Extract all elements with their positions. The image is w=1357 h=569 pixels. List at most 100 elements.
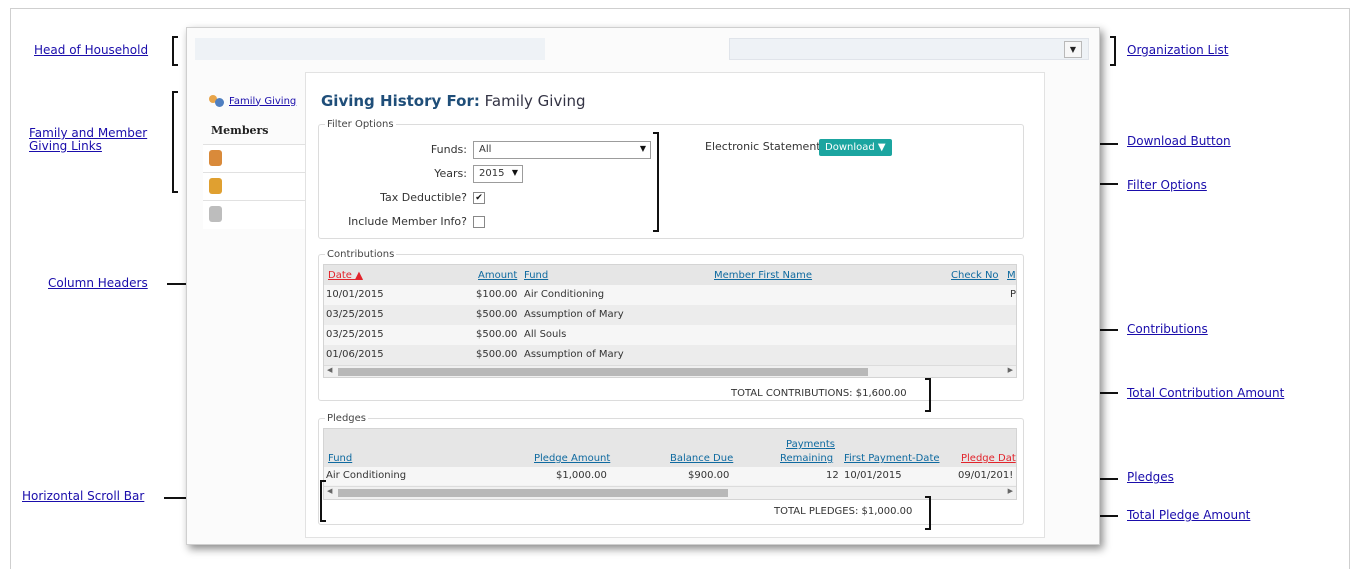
members-title: Members bbox=[211, 124, 269, 137]
column-header-date[interactable]: Date ▲ bbox=[328, 270, 363, 281]
total-pledges: TOTAL PLEDGES: $1,000.00 bbox=[774, 506, 913, 517]
total-contributions: TOTAL CONTRIBUTIONS: $1,600.00 bbox=[731, 388, 907, 399]
funds-select[interactable]: All ▼ bbox=[473, 141, 651, 159]
scrollbar-thumb[interactable] bbox=[338, 368, 868, 376]
table-row[interactable]: 03/25/2015 $500.00 Assumption of Mary bbox=[324, 305, 1016, 325]
member-link[interactable] bbox=[203, 200, 307, 229]
bracket-total-contributions bbox=[925, 378, 931, 412]
column-header-payments[interactable]: Payments bbox=[786, 439, 835, 450]
family-giving-label[interactable]: Family Giving bbox=[229, 96, 296, 107]
annotation-head-of-household[interactable]: Head of Household bbox=[34, 44, 148, 57]
cell-date: 03/25/2015 bbox=[326, 329, 384, 340]
cell-pledge-date: 09/01/201! bbox=[958, 470, 1014, 481]
bracket-family-member-links bbox=[172, 91, 178, 193]
pledges-section: Pledges Fund Pledge Amount Balance Due P… bbox=[318, 413, 1024, 530]
annotation-total-pledge-amount[interactable]: Total Pledge Amount bbox=[1127, 509, 1250, 522]
annotation-column-headers[interactable]: Column Headers bbox=[48, 277, 148, 290]
member-info-checkbox[interactable] bbox=[473, 216, 485, 228]
scroll-right-icon[interactable]: ▶ bbox=[1008, 366, 1013, 374]
funds-label: Funds: bbox=[430, 143, 467, 156]
family-member-links: Family Giving Members bbox=[203, 88, 307, 230]
contributions-legend: Contributions bbox=[327, 249, 395, 260]
column-header-first-payment[interactable]: First Payment-Date bbox=[844, 453, 940, 464]
filter-options: Filter Options Funds: All ▼ Years: 2015 … bbox=[318, 119, 1024, 239]
chevron-down-icon[interactable]: ▼ bbox=[1064, 41, 1082, 58]
table-row[interactable]: Air Conditioning $1,000.00 $900.00 12 10… bbox=[324, 467, 1016, 485]
scroll-left-icon[interactable]: ◀ bbox=[327, 366, 332, 374]
contributions-section: Contributions Date ▲ Amount Fund Member … bbox=[318, 249, 1024, 412]
cell-fund: Assumption of Mary bbox=[524, 309, 624, 320]
annotation-download-button[interactable]: Download Button bbox=[1127, 135, 1231, 148]
bracket-horizontal-scroll bbox=[320, 480, 326, 522]
title-prefix: Giving History For: bbox=[321, 92, 480, 110]
cell-first-payment: 10/01/2015 bbox=[844, 470, 902, 481]
pledges-scrollbar[interactable]: ◀ ▶ bbox=[324, 486, 1016, 499]
cell-amount: $500.00 bbox=[476, 349, 518, 360]
cell-fund: Air Conditioning bbox=[326, 470, 407, 481]
cell-extra: Pl bbox=[1010, 289, 1017, 300]
cell-fund: Assumption of Mary bbox=[524, 349, 624, 360]
table-row[interactable]: 01/06/2015 $500.00 Assumption of Mary bbox=[324, 345, 1016, 365]
member-link[interactable] bbox=[203, 144, 307, 173]
member-link[interactable] bbox=[203, 172, 307, 201]
page-title: Giving History For: Family Giving bbox=[321, 92, 586, 110]
organization-select[interactable]: ▼ bbox=[729, 38, 1089, 60]
bracket-organization-list bbox=[1110, 36, 1116, 66]
annotation-horizontal-scroll-bar[interactable]: Horizontal Scroll Bar bbox=[22, 490, 144, 503]
table-row[interactable]: 10/01/2015 $100.00 Air Conditioning Pl bbox=[324, 285, 1016, 305]
scroll-right-icon[interactable]: ▶ bbox=[1008, 487, 1013, 495]
column-header-pledge-date[interactable]: Pledge Dat bbox=[961, 453, 1016, 464]
person-icon bbox=[209, 150, 222, 166]
table-row[interactable]: 03/25/2015 $500.00 All Souls bbox=[324, 325, 1016, 345]
annotation-filter-options[interactable]: Filter Options bbox=[1127, 179, 1207, 192]
annotation-pledges[interactable]: Pledges bbox=[1127, 471, 1174, 484]
cell-balance-due: $900.00 bbox=[688, 470, 730, 481]
scroll-left-icon[interactable]: ◀ bbox=[327, 487, 332, 495]
person-icon bbox=[209, 206, 222, 222]
bracket-total-pledges bbox=[925, 496, 931, 530]
annotation-organization-list[interactable]: Organization List bbox=[1127, 44, 1229, 57]
electronic-statement-label: Electronic Statement bbox=[705, 140, 821, 153]
pledges-legend: Pledges bbox=[327, 413, 367, 424]
column-header-member[interactable]: Member First Name bbox=[714, 270, 812, 281]
cell-payments-remaining: 12 bbox=[826, 470, 839, 481]
years-value: 2015 bbox=[479, 168, 505, 179]
person-icon bbox=[209, 178, 222, 194]
giving-history-panel: Giving History For: Family Giving Filter… bbox=[305, 72, 1045, 538]
column-header-amount[interactable]: Amount bbox=[478, 270, 517, 281]
member-info-label: Include Member Info? bbox=[348, 215, 467, 228]
cell-amount: $500.00 bbox=[476, 309, 518, 320]
family-giving-link[interactable]: Family Giving bbox=[209, 94, 296, 108]
head-of-household-field[interactable] bbox=[195, 38, 545, 60]
chevron-down-icon: ▼ bbox=[511, 168, 518, 177]
column-header-pledge-amount[interactable]: Pledge Amount bbox=[534, 453, 610, 464]
column-header-check[interactable]: Check No bbox=[951, 270, 999, 281]
grid-header-row bbox=[324, 265, 1016, 285]
column-header-more[interactable]: M bbox=[1007, 270, 1016, 281]
annotation-contributions[interactable]: Contributions bbox=[1127, 323, 1208, 336]
cell-fund: All Souls bbox=[524, 329, 567, 340]
tax-deductible-label: Tax Deductible? bbox=[380, 191, 467, 204]
cell-fund: Air Conditioning bbox=[524, 289, 605, 300]
contributions-scrollbar[interactable]: ◀ ▶ bbox=[324, 365, 1016, 377]
cell-amount: $100.00 bbox=[476, 289, 518, 300]
filter-legend: Filter Options bbox=[327, 119, 394, 130]
column-header-fund[interactable]: Fund bbox=[524, 270, 548, 281]
app-window: ▼ Family Giving Members Giving History F… bbox=[186, 27, 1100, 545]
funds-value: All bbox=[479, 144, 492, 155]
pledges-grid: Fund Pledge Amount Balance Due Payments … bbox=[323, 428, 1017, 500]
column-header-fund[interactable]: Fund bbox=[328, 453, 352, 464]
years-label: Years: bbox=[434, 167, 467, 180]
cell-date: 03/25/2015 bbox=[326, 309, 384, 320]
column-header-balance-due[interactable]: Balance Due bbox=[670, 453, 733, 464]
column-header-remaining[interactable]: Remaining bbox=[780, 453, 833, 464]
annotation-total-contribution-amount[interactable]: Total Contribution Amount bbox=[1127, 387, 1284, 400]
scrollbar-thumb[interactable] bbox=[338, 489, 728, 497]
family-icon bbox=[209, 94, 225, 108]
annotation-family-member-links[interactable]: Family and Member Giving Links bbox=[29, 127, 147, 153]
download-button[interactable]: Download ▼ bbox=[819, 139, 892, 156]
years-select[interactable]: 2015 ▼ bbox=[473, 165, 523, 183]
bracket-head-of-household bbox=[172, 36, 178, 66]
tax-deductible-checkbox[interactable]: ✔ bbox=[473, 192, 485, 204]
cell-amount: $500.00 bbox=[476, 329, 518, 340]
